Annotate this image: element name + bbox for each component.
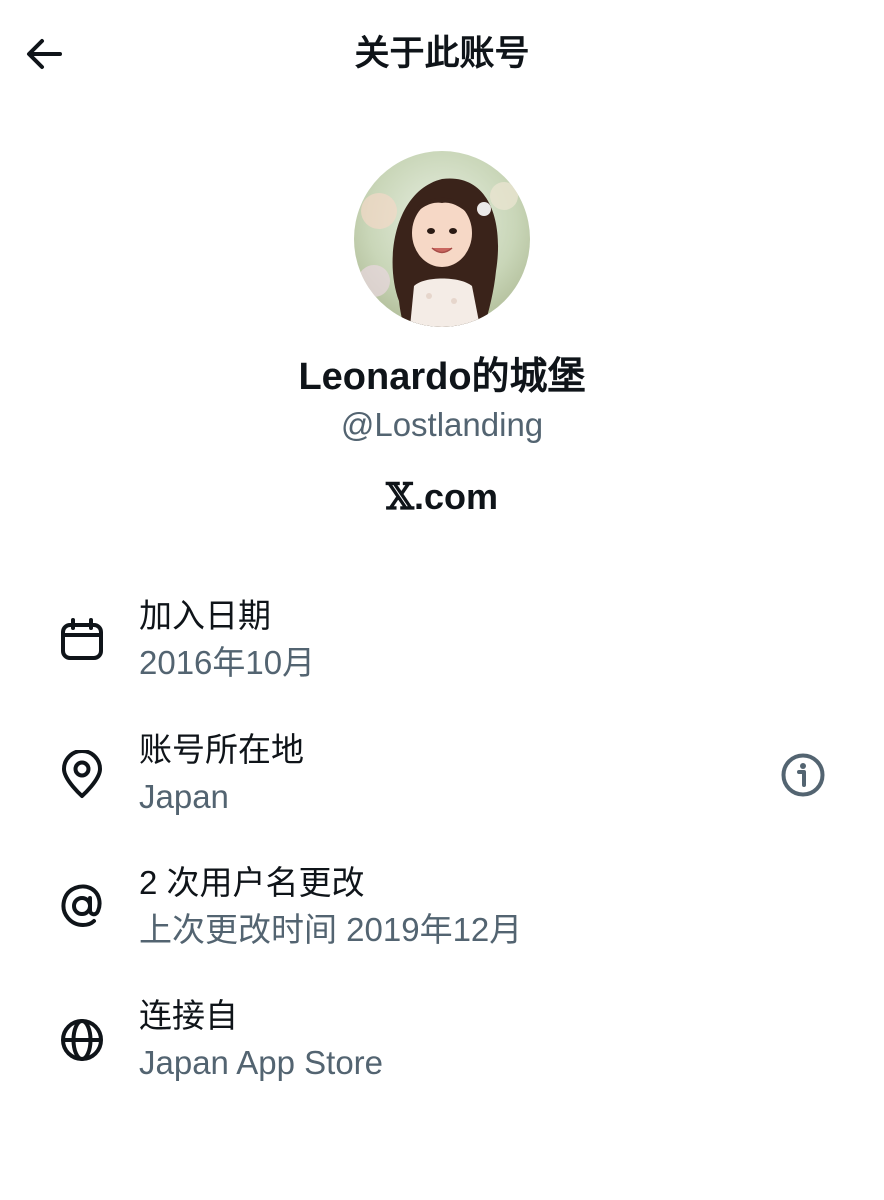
info-label: 2 次用户名更改 — [139, 864, 365, 901]
info-value: Japan App Store — [139, 1044, 384, 1081]
x-logo-letter: 𝕏 — [386, 476, 414, 518]
top-bar: 关于此账号 — [0, 0, 884, 110]
info-value: 2016年10月 — [139, 644, 316, 681]
page-title: 关于此账号 — [354, 34, 530, 73]
calendar-icon — [57, 615, 107, 665]
location-pin-icon — [57, 750, 107, 800]
info-value: 上次更改时间 2019年12月 — [139, 911, 523, 948]
profile-avatar[interactable] — [354, 151, 530, 327]
info-row-location: 账号所在地 Japan — [0, 722, 884, 832]
info-row-username-changes: 2 次用户名更改 上次更改时间 2019年12月 — [0, 855, 884, 965]
info-value: Japan — [139, 778, 229, 815]
platform-name: 𝕏.com — [0, 474, 884, 520]
info-row-join-date: 加入日期 2016年10月 — [0, 588, 884, 698]
user-handle: @Lostlanding — [340, 406, 544, 443]
info-label: 账号所在地 — [139, 731, 304, 768]
globe-icon — [57, 1015, 107, 1065]
info-button[interactable] — [778, 750, 828, 800]
platform-domain: .com — [413, 476, 498, 517]
display-name: Leonardo的城堡 — [298, 356, 586, 398]
info-icon — [781, 753, 825, 797]
info-label: 连接自 — [139, 997, 238, 1034]
at-sign-icon — [57, 881, 107, 931]
info-label: 加入日期 — [139, 597, 271, 634]
info-row-connected-from: 连接自 Japan App Store — [0, 988, 884, 1098]
